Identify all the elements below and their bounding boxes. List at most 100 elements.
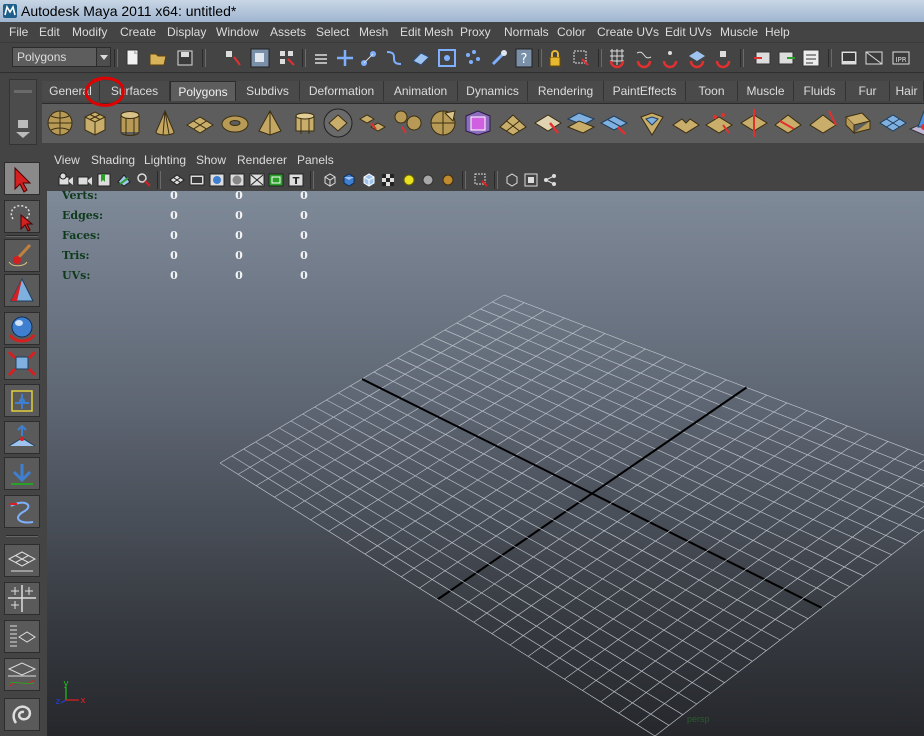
default-lighting-icon[interactable] xyxy=(420,172,436,188)
panel-menu-view[interactable]: View xyxy=(54,153,80,167)
poly-cone-icon[interactable] xyxy=(149,107,181,139)
panel-menu-renderer[interactable]: Renderer xyxy=(237,153,287,167)
show-manipulator-tool[interactable] xyxy=(4,457,40,490)
panel-menu-panels[interactable]: Panels xyxy=(297,153,334,167)
render-view-icon[interactable] xyxy=(838,47,860,69)
soft-modification-tool[interactable] xyxy=(4,421,40,454)
image-plane-icon[interactable] xyxy=(116,172,132,188)
tab-subdivs[interactable]: Subdivs xyxy=(236,81,300,101)
xray-components-icon[interactable] xyxy=(542,172,558,188)
menu-modify[interactable]: Modify xyxy=(72,25,107,39)
select-component-icon[interactable] xyxy=(276,47,298,69)
wireframe-icon[interactable] xyxy=(322,172,338,188)
save-scene-icon[interactable] xyxy=(174,47,196,69)
tab-toon[interactable]: Toon xyxy=(686,81,738,101)
menu-create[interactable]: Create xyxy=(120,25,156,39)
film-gate-icon[interactable] xyxy=(189,172,205,188)
reduce-icon[interactable] xyxy=(532,107,564,139)
select-tool[interactable] xyxy=(4,162,40,195)
tab-deformation[interactable]: Deformation xyxy=(300,81,384,101)
panel-menu-show[interactable]: Show xyxy=(196,153,226,167)
select-dynamics-icon[interactable] xyxy=(462,47,484,69)
menu-help[interactable]: Help xyxy=(765,25,790,39)
panel-menu-shading[interactable]: Shading xyxy=(91,153,135,167)
smooth-shade-icon[interactable] xyxy=(341,172,357,188)
scale-tool[interactable] xyxy=(4,347,40,380)
help-icon[interactable]: ? xyxy=(513,47,535,69)
universal-manipulator-tool[interactable] xyxy=(4,384,40,417)
safe-title-icon[interactable]: T xyxy=(288,172,304,188)
construction-history-icon[interactable] xyxy=(800,47,822,69)
select-curves-icon[interactable] xyxy=(383,47,405,69)
highlight-selection-icon[interactable] xyxy=(570,47,592,69)
panel-menu-lighting[interactable]: Lighting xyxy=(144,153,186,167)
menu-display[interactable]: Display xyxy=(167,25,206,39)
select-camera-icon[interactable] xyxy=(58,172,74,188)
render-frame-icon[interactable] xyxy=(863,47,885,69)
input-connections-icon[interactable] xyxy=(752,47,774,69)
bridge-icon[interactable] xyxy=(670,107,702,139)
menu-normals[interactable]: Normals xyxy=(504,25,549,39)
new-scene-icon[interactable] xyxy=(122,47,144,69)
select-surfaces-icon[interactable] xyxy=(410,47,432,69)
extrude-icon[interactable] xyxy=(636,107,668,139)
poly-plane-icon[interactable] xyxy=(184,107,216,139)
menu-mesh[interactable]: Mesh xyxy=(359,25,388,39)
triangulate-icon[interactable] xyxy=(565,107,597,139)
snap-to-grid-icon[interactable] xyxy=(606,47,628,69)
select-handles-icon[interactable] xyxy=(334,47,356,69)
menu-set-dropdown[interactable]: Polygons xyxy=(12,47,111,67)
rotate-tool[interactable] xyxy=(4,312,40,345)
2d-pan-zoom-icon[interactable] xyxy=(136,172,152,188)
shadows-icon[interactable] xyxy=(440,172,456,188)
wedge-face-icon[interactable] xyxy=(908,107,924,139)
grid-toggle-icon[interactable] xyxy=(169,172,185,188)
tab-polygons[interactable]: Polygons xyxy=(170,81,236,101)
select-joints-icon[interactable] xyxy=(358,47,380,69)
smooth-icon[interactable] xyxy=(497,107,529,139)
menu-muscle[interactable]: Muscle xyxy=(720,25,758,39)
hypershade-layout[interactable] xyxy=(4,698,40,731)
menu-assets[interactable]: Assets xyxy=(270,25,306,39)
persp-graph-layout[interactable] xyxy=(4,658,40,691)
poly-sphere-icon[interactable] xyxy=(44,107,76,139)
persp-outliner-layout[interactable] xyxy=(4,620,40,653)
tab-fur[interactable]: Fur xyxy=(846,81,890,101)
lock-selection-icon[interactable] xyxy=(544,47,566,69)
select-deformations-icon[interactable] xyxy=(436,47,458,69)
menu-edit-mesh[interactable]: Edit Mesh xyxy=(400,25,453,39)
single-perspective-layout[interactable] xyxy=(4,544,40,577)
separate-icon[interactable] xyxy=(392,107,424,139)
poly-torus-icon[interactable] xyxy=(219,107,251,139)
tab-animation[interactable]: Animation xyxy=(384,81,458,101)
perspective-viewport[interactable]: Verts: 0 0 0 Edges: 0 0 0 Faces: 0 0 0 T… xyxy=(47,191,924,736)
cut-faces-icon[interactable] xyxy=(738,107,770,139)
snap-to-point-icon[interactable] xyxy=(659,47,681,69)
resolution-gate-icon[interactable] xyxy=(209,172,225,188)
textured-icon[interactable] xyxy=(380,172,396,188)
select-object-icon[interactable] xyxy=(249,47,271,69)
snap-to-curve-icon[interactable] xyxy=(633,47,655,69)
mirror-geometry-icon[interactable] xyxy=(462,107,494,139)
poke-face-icon[interactable] xyxy=(877,107,909,139)
isolate-select-icon[interactable] xyxy=(473,172,489,188)
poly-cylinder-icon[interactable] xyxy=(114,107,146,139)
combine-icon[interactable] xyxy=(357,107,389,139)
camera-attributes-icon[interactable] xyxy=(77,172,93,188)
tab-muscle[interactable]: Muscle xyxy=(738,81,794,101)
menu-select[interactable]: Select xyxy=(316,25,349,39)
make-live-icon[interactable] xyxy=(712,47,734,69)
tab-fluids[interactable]: Fluids xyxy=(794,81,846,101)
field-chart-icon[interactable] xyxy=(249,172,265,188)
menu-window[interactable]: Window xyxy=(216,25,259,39)
selection-mask-icon[interactable] xyxy=(310,47,332,69)
bookmarks-icon[interactable] xyxy=(96,172,112,188)
xray-joints-icon[interactable] xyxy=(523,172,539,188)
xray-icon[interactable] xyxy=(504,172,520,188)
menu-create-uvs[interactable]: Create UVs xyxy=(597,25,659,39)
output-connections-icon[interactable] xyxy=(775,47,797,69)
tab-dynamics[interactable]: Dynamics xyxy=(458,81,528,101)
menu-color[interactable]: Color xyxy=(557,25,586,39)
move-tool[interactable] xyxy=(4,274,40,307)
poly-cube-icon[interactable] xyxy=(79,107,111,139)
